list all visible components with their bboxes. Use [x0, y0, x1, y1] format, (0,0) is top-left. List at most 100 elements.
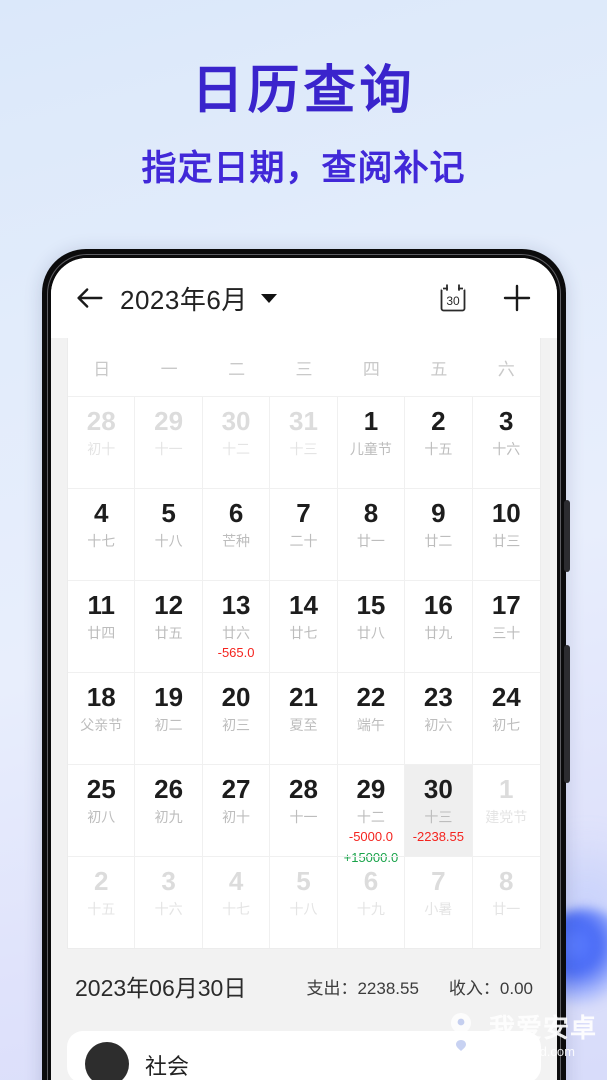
- calendar-day-cell[interactable]: 28 初十: [68, 396, 136, 488]
- calendar-day-cell[interactable]: 18 父亲节: [68, 672, 136, 764]
- calendar-day-cell[interactable]: 24 初七: [472, 672, 540, 764]
- day-number: 3: [161, 866, 176, 896]
- calendar-day-cell[interactable]: 8 廿一: [472, 856, 540, 948]
- day-number: 17: [491, 590, 521, 620]
- calendar-day-cell[interactable]: 19 初二: [135, 672, 203, 764]
- day-number: 20: [221, 682, 251, 712]
- back-arrow-icon[interactable]: [73, 281, 107, 315]
- lunar-label: 初六: [424, 717, 453, 733]
- lunar-label: 十七: [87, 533, 116, 549]
- day-number: 9: [431, 498, 446, 528]
- calendar-day-cell[interactable]: 5 十八: [135, 488, 203, 580]
- calendar-day-cell[interactable]: 12 廿五: [135, 580, 203, 672]
- calendar-day-cell[interactable]: 10 廿三: [472, 488, 540, 580]
- calendar-day-cell[interactable]: 2 十五: [68, 856, 136, 948]
- lunar-label: 二十: [289, 533, 318, 549]
- calendar-day-cell[interactable]: 4 十七: [202, 856, 271, 948]
- day-number: 7: [431, 866, 446, 896]
- page-title: 日历查询: [191, 62, 416, 120]
- day-number: 21: [289, 682, 318, 712]
- calendar-day-cell[interactable]: 9 廿二: [405, 488, 473, 580]
- day-summary-bar: 2023年06月30日 支出：2238.55 收入：0.00: [51, 949, 557, 1023]
- calendar-day-grid[interactable]: 28 初十 29 十一 30 十二 31 十三 1 儿童节 2 十五 3 十六 4 十七 5 十八 6 芒种 7 二十 8 廿…: [68, 396, 540, 948]
- lunar-label: 十三: [424, 809, 453, 825]
- calendar-day-cell[interactable]: 29 十一: [135, 396, 203, 488]
- day-number: 5: [161, 498, 176, 528]
- day-number: 30: [423, 774, 453, 804]
- calendar-day-cell[interactable]: 13 廿六 -565.0: [202, 580, 271, 672]
- calendar-day-cell[interactable]: 27 初十: [202, 764, 271, 856]
- lunar-label: 廿四: [87, 625, 116, 641]
- day-number: 12: [154, 590, 184, 620]
- day-number: 28: [289, 774, 318, 804]
- calendar-day-cell[interactable]: 26 初九: [135, 764, 203, 856]
- weekday-0: 日: [93, 360, 111, 379]
- lunar-label: 十五: [87, 901, 116, 917]
- lunar-label: 端午: [356, 717, 385, 733]
- calendar-day-cell[interactable]: 5 十八: [270, 856, 338, 948]
- calendar-day-cell[interactable]: 8 廿一: [337, 488, 406, 580]
- record-item[interactable]: 社会: [67, 1031, 541, 1080]
- weekday-2: 二: [228, 360, 246, 379]
- calendar-day-cell[interactable]: 29 十二 -5000.0 +15000.0: [337, 764, 406, 865]
- expense-amount: -2238.55: [412, 829, 465, 844]
- weekday-4: 四: [362, 360, 380, 379]
- day-number: 1: [499, 774, 514, 804]
- plus-icon[interactable]: [499, 280, 535, 316]
- lunar-label: 廿一: [492, 901, 521, 917]
- calendar-day-cell[interactable]: 30 十二: [202, 396, 271, 488]
- lunar-label: 十一: [154, 441, 183, 457]
- calendar-day-cell[interactable]: 15 廿八: [337, 580, 406, 672]
- calendar-day-cell[interactable]: 14 廿七: [270, 580, 338, 672]
- calendar-day-cell[interactable]: 7 小暑: [405, 856, 473, 948]
- calendar-day-cell[interactable]: 6 十九: [337, 856, 406, 948]
- calendar-icon[interactable]: 30: [437, 282, 469, 314]
- power-button[interactable]: [564, 500, 570, 572]
- calendar-day-cell[interactable]: 16 廿九: [405, 580, 473, 672]
- day-number: 19: [154, 682, 184, 712]
- calendar-day-cell[interactable]: 4 十七: [68, 488, 136, 580]
- calendar-day-cell[interactable]: 20 初三: [202, 672, 271, 764]
- calendar-day-cell[interactable]: 28 十一: [270, 764, 338, 856]
- calendar-day-cell[interactable]: 11 廿四: [68, 580, 136, 672]
- volume-button[interactable]: [564, 645, 570, 783]
- day-number: 30: [221, 406, 251, 436]
- day-number: 2: [93, 866, 109, 896]
- phone-screen: 2023年6月 30 日 一 二 三 四 五 六 28 初十 29 十一 30 …: [51, 258, 557, 1080]
- lunar-label: 小暑: [424, 901, 453, 917]
- calendar-day-cell[interactable]: 30 十三 -2238.55: [405, 764, 473, 856]
- calendar-day-cell[interactable]: 17 三十: [472, 580, 540, 672]
- lunar-label: 十三: [289, 441, 318, 457]
- day-number: 4: [93, 498, 109, 528]
- calendar-day-cell[interactable]: 2 十五: [405, 396, 473, 488]
- calendar-day-cell[interactable]: 25 初八: [68, 764, 136, 856]
- calendar-day-cell[interactable]: 1 儿童节: [337, 396, 406, 488]
- calendar-day-cell[interactable]: 21 夏至: [270, 672, 338, 764]
- lunar-label: 初二: [154, 717, 183, 733]
- day-number: 22: [356, 682, 386, 712]
- lunar-label: 廿一: [356, 533, 385, 549]
- weekday-5: 五: [430, 360, 448, 379]
- calendar-day-cell[interactable]: 3 十六: [472, 396, 540, 488]
- day-number: 31: [289, 406, 318, 436]
- lunar-label: 十七: [222, 901, 251, 917]
- lunar-label: 十五: [424, 441, 453, 457]
- calendar-day-cell[interactable]: 3 十六: [135, 856, 203, 948]
- calendar-container: 日一二三四五六 28 初十 29 十一 30 十二 31 十三 1 儿童节 2 十五 3 十六 4 十七 5 十八…: [51, 338, 557, 949]
- calendar-day-cell[interactable]: 22 端午: [337, 672, 406, 764]
- lunar-label: 廿二: [424, 533, 453, 549]
- avatar: [85, 1042, 129, 1080]
- lunar-label: 廿七: [289, 625, 318, 641]
- day-number: 8: [499, 866, 514, 896]
- calendar-day-cell[interactable]: 6 芒种: [202, 488, 271, 580]
- month-label[interactable]: 2023年6月: [120, 280, 248, 317]
- calendar-day-cell[interactable]: 23 初六: [405, 672, 473, 764]
- chevron-down-icon[interactable]: [260, 293, 277, 303]
- day-number: 28: [86, 406, 116, 436]
- lunar-label: 初十: [87, 441, 116, 457]
- summary-expense: 支出：2238.55: [306, 978, 419, 998]
- calendar-day-cell[interactable]: 7 二十: [270, 488, 338, 580]
- calendar-day-cell[interactable]: 1 建党节: [472, 764, 540, 856]
- calendar-weekday-header: 日一二三四五六: [68, 338, 540, 396]
- calendar-day-cell[interactable]: 31 十三: [270, 396, 338, 488]
